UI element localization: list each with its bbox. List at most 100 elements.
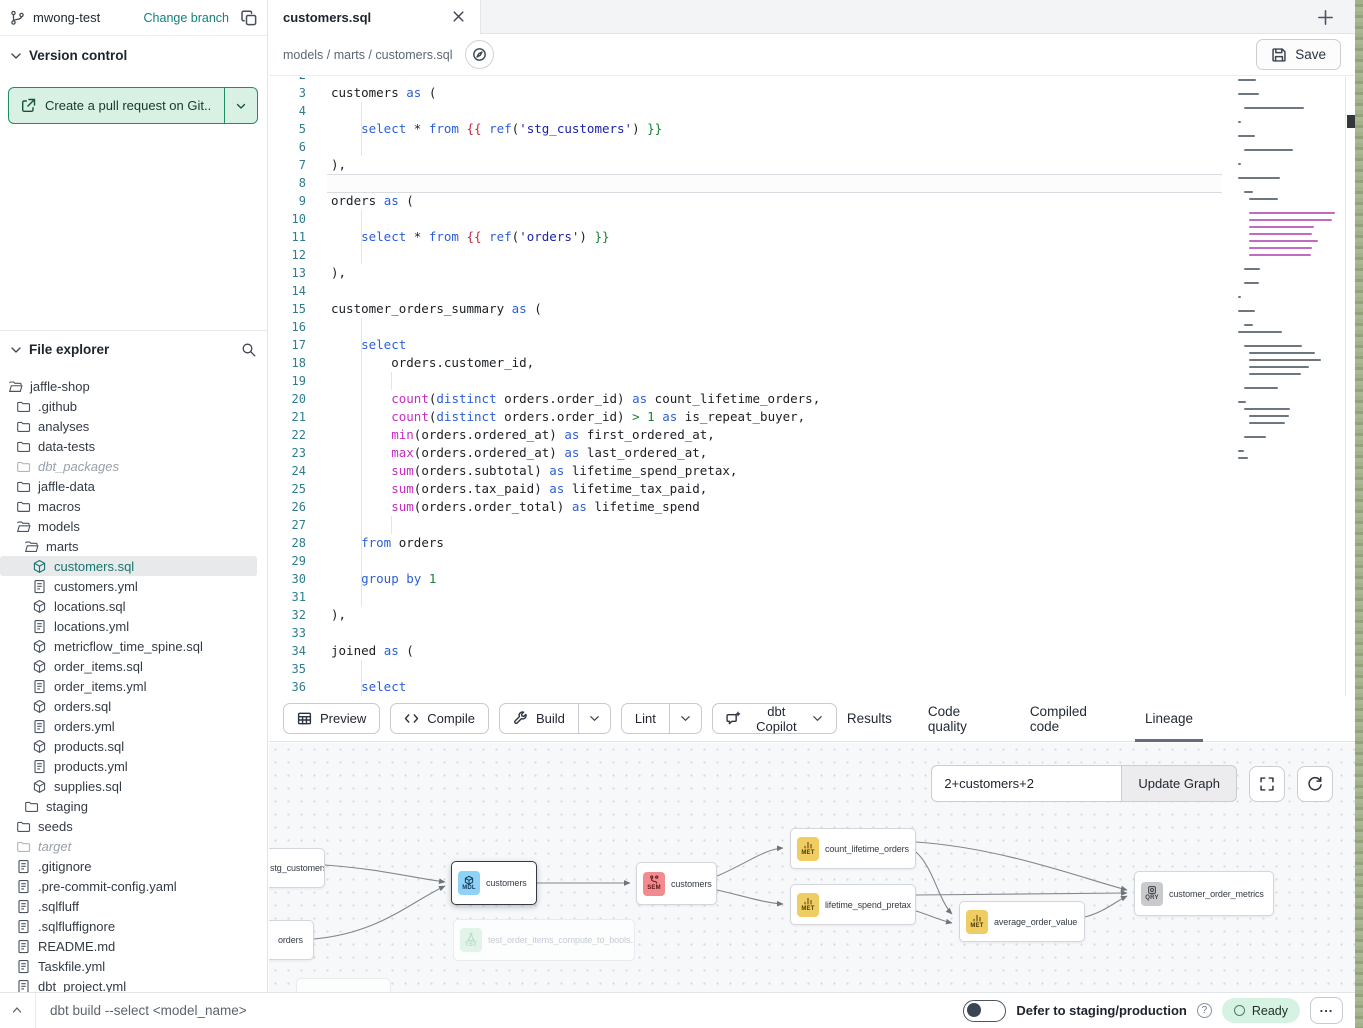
- code-line-2[interactable]: 2: [269, 77, 1235, 84]
- more-options-button[interactable]: ...: [1310, 997, 1343, 1024]
- change-branch-link[interactable]: Change branch: [144, 11, 229, 25]
- file-tree-item-taskfile-yml[interactable]: Taskfile.yml: [0, 956, 257, 976]
- file-tree-item-metricflow-time-spine-sql[interactable]: metricflow_time_spine.sql: [0, 636, 257, 656]
- file-tree-item-marts[interactable]: marts: [0, 536, 257, 556]
- file-tree-item-target[interactable]: target: [0, 836, 257, 856]
- search-icon[interactable]: [241, 342, 257, 358]
- code-line-9[interactable]: 9orders as (: [269, 192, 1235, 210]
- lineage-node-stg-customers[interactable]: stg_customers: [269, 848, 325, 888]
- file-tree-item-orders-yml[interactable]: orders.yml: [0, 716, 257, 736]
- lineage-node-lifetime-spend-pretax[interactable]: METlifetime_spend_pretax: [790, 884, 916, 925]
- code-line-24[interactable]: 24 sum(orders.subtotal) as lifetime_spen…: [269, 462, 1235, 480]
- code-line-30[interactable]: 30 group by 1: [269, 570, 1235, 588]
- update-graph-button[interactable]: Update Graph: [1121, 765, 1237, 802]
- preview-button[interactable]: Preview: [283, 703, 380, 734]
- editor-scrollbar[interactable]: [1345, 77, 1355, 696]
- chevron-down-icon[interactable]: [10, 50, 22, 62]
- lineage-panel[interactable]: stg_customersorders MDLcustomers TSTtest_o…: [269, 743, 1355, 992]
- lineage-node-partial[interactable]: [296, 978, 391, 992]
- editor-minimap[interactable]: [1235, 79, 1333, 479]
- code-line-18[interactable]: 18 orders.customer_id,: [269, 354, 1235, 372]
- lineage-node-customer-order-metrics[interactable]: QRYcustomer_order_metrics: [1134, 871, 1274, 916]
- code-line-12[interactable]: 12: [269, 246, 1235, 264]
- lineage-node-customers[interactable]: SEMcustomers: [636, 862, 717, 905]
- code-line-21[interactable]: 21 count(distinct orders.order_id) > 1 a…: [269, 408, 1235, 426]
- file-tree-item-analyses[interactable]: analyses: [0, 416, 257, 436]
- code-line-34[interactable]: 34joined as (: [269, 642, 1235, 660]
- code-line-10[interactable]: 10: [269, 210, 1235, 228]
- code-line-17[interactable]: 17 select: [269, 336, 1235, 354]
- file-tree-item-order-items-yml[interactable]: order_items.yml: [0, 676, 257, 696]
- code-line-22[interactable]: 22 min(orders.ordered_at) as first_order…: [269, 426, 1235, 444]
- tab-lineage[interactable]: Lineage: [1145, 696, 1193, 742]
- pr-dropdown-button[interactable]: [224, 88, 257, 123]
- fullscreen-icon-button[interactable]: [1249, 766, 1285, 802]
- close-tab-icon[interactable]: [452, 10, 466, 24]
- file-tree-item--gitignore[interactable]: .gitignore: [0, 856, 257, 876]
- lineage-node-average-order-value[interactable]: METaverage_order_value: [959, 901, 1085, 942]
- file-tree-item-dbt-packages[interactable]: dbt_packages: [0, 456, 257, 476]
- file-tree-item-locations-yml[interactable]: locations.yml: [0, 616, 257, 636]
- file-tree-item-products-yml[interactable]: products.yml: [0, 756, 257, 776]
- tab-compiled-code[interactable]: Compiled code: [1030, 696, 1109, 742]
- lineage-node-count-lifetime-orders[interactable]: METcount_lifetime_orders: [790, 828, 916, 869]
- code-line-19[interactable]: 19: [269, 372, 1235, 390]
- code-line-27[interactable]: 27: [269, 516, 1235, 534]
- file-tree-item-orders-sql[interactable]: orders.sql: [0, 696, 257, 716]
- file-tree-item-customers-yml[interactable]: customers.yml: [0, 576, 257, 596]
- code-line-5[interactable]: 5 select * from {{ ref('stg_customers') …: [269, 120, 1235, 138]
- file-tree-item-staging[interactable]: staging: [0, 796, 257, 816]
- code-line-11[interactable]: 11 select * from {{ ref('orders') }}: [269, 228, 1235, 246]
- code-line-7[interactable]: 7),: [269, 156, 1235, 174]
- file-tree-item-locations-sql[interactable]: locations.sql: [0, 596, 257, 616]
- code-line-32[interactable]: 32),: [269, 606, 1235, 624]
- code-line-13[interactable]: 13),: [269, 264, 1235, 282]
- lint-button[interactable]: Lint: [621, 703, 702, 734]
- copy-branch-icon[interactable]: [241, 10, 257, 26]
- command-input[interactable]: dbt build --select <model_name>: [50, 1003, 247, 1018]
- code-line-31[interactable]: 31: [269, 588, 1235, 606]
- lineage-node-test-order-items-compute-to-bools-[interactable]: TSTtest_order_items_compute_to_bools...: [453, 919, 635, 961]
- help-icon[interactable]: ?: [1197, 1003, 1212, 1018]
- code-line-23[interactable]: 23 max(orders.ordered_at) as last_ordere…: [269, 444, 1235, 462]
- code-line-3[interactable]: 3customers as (: [269, 84, 1235, 102]
- lineage-node-customers[interactable]: MDLcustomers: [451, 861, 537, 905]
- code-line-28[interactable]: 28 from orders: [269, 534, 1235, 552]
- code-line-35[interactable]: 35: [269, 660, 1235, 678]
- file-tree-item-readme-md[interactable]: README.md: [0, 936, 257, 956]
- new-tab-button[interactable]: [1317, 6, 1339, 28]
- code-line-4[interactable]: 4: [269, 102, 1235, 120]
- code-line-25[interactable]: 25 sum(orders.tax_paid) as lifetime_tax_…: [269, 480, 1235, 498]
- scrollbar-handle[interactable]: [1347, 115, 1355, 128]
- file-tree-item--pre-commit-config-yaml[interactable]: .pre-commit-config.yaml: [0, 876, 257, 896]
- file-tree-item-seeds[interactable]: seeds: [0, 816, 257, 836]
- file-tree-item--sqlfluff[interactable]: .sqlfluff: [0, 896, 257, 916]
- code-line-16[interactable]: 16: [269, 318, 1235, 336]
- code-line-36[interactable]: 36 select: [269, 678, 1235, 696]
- file-tree-item-jaffle-shop[interactable]: jaffle-shop: [0, 376, 257, 396]
- file-tree-item-jaffle-data[interactable]: jaffle-data: [0, 476, 257, 496]
- code-line-8[interactable]: 8: [269, 174, 1235, 192]
- lineage-node-orders[interactable]: orders: [269, 920, 314, 960]
- create-pr-button[interactable]: Create a pull request on Git...: [8, 87, 258, 124]
- file-tree-item--sqlfluffignore[interactable]: .sqlfluffignore: [0, 916, 257, 936]
- compile-button[interactable]: Compile: [390, 703, 489, 734]
- file-tree-item-dbt-project-yml[interactable]: dbt_project.yml: [0, 976, 257, 992]
- file-tree-item-products-sql[interactable]: products.sql: [0, 736, 257, 756]
- code-line-14[interactable]: 14: [269, 282, 1235, 300]
- code-line-29[interactable]: 29: [269, 552, 1235, 570]
- tab-code-quality[interactable]: Code quality: [928, 696, 994, 742]
- code-line-26[interactable]: 26 sum(orders.order_total) as lifetime_s…: [269, 498, 1235, 516]
- chevron-up-icon[interactable]: [10, 1003, 25, 1018]
- build-button[interactable]: Build: [499, 703, 611, 734]
- file-tree-item-supplies-sql[interactable]: supplies.sql: [0, 776, 257, 796]
- lineage-selector-input[interactable]: [931, 765, 1121, 802]
- code-line-15[interactable]: 15customer_orders_summary as (: [269, 300, 1235, 318]
- build-dropdown-button[interactable]: [578, 704, 610, 733]
- tab-customers-sql[interactable]: customers.sql: [269, 0, 481, 34]
- code-editor[interactable]: 23customers as (45 select * from {{ ref(…: [269, 77, 1355, 696]
- chevron-down-icon[interactable]: [10, 344, 22, 356]
- defer-toggle[interactable]: [963, 1000, 1006, 1022]
- refresh-icon-button[interactable]: [1297, 766, 1333, 802]
- file-tree-item-order-items-sql[interactable]: order_items.sql: [0, 656, 257, 676]
